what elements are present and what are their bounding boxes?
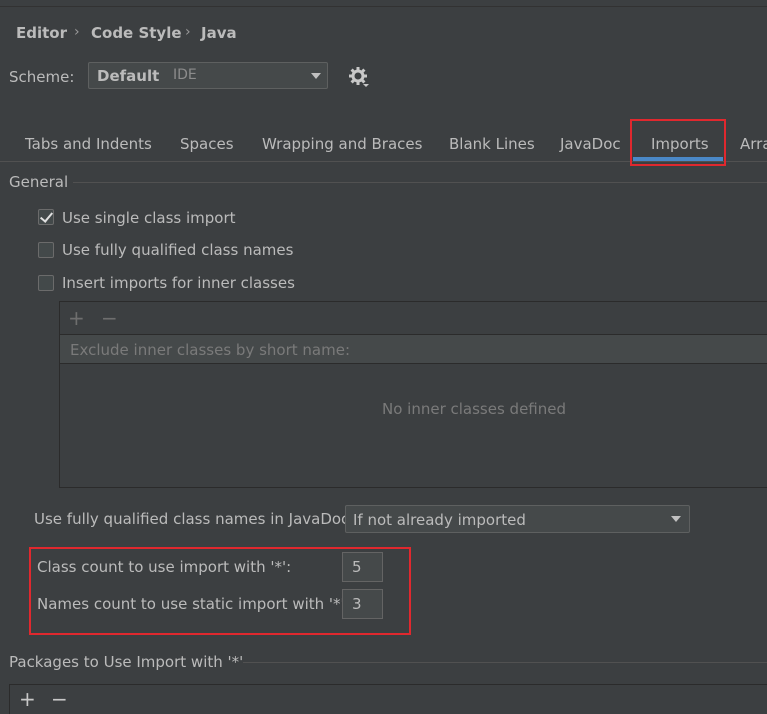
packages-section-title: Packages to Use Import with '*' [9, 653, 244, 671]
remove-icon[interactable]: − [101, 308, 118, 328]
chevron-right-icon: › [185, 24, 191, 40]
javadoc-value: If not already imported [353, 511, 526, 529]
packages-panel [9, 684, 767, 714]
inner-classes-empty-text: No inner classes defined [382, 400, 567, 418]
check-icon [39, 209, 54, 223]
fully-qualified-names-label: Use fully qualified class names [62, 241, 294, 259]
single-class-import-label: Use single class import [62, 209, 236, 227]
highlight-box-counts [29, 547, 411, 635]
section-divider [243, 662, 767, 663]
tab-tabs-and-indents[interactable]: Tabs and Indents [25, 135, 152, 153]
tab-arrangement[interactable]: Arra [740, 135, 767, 153]
checkbox-inner-class-imports[interactable] [38, 275, 54, 291]
remove-icon[interactable]: − [51, 689, 68, 709]
gear-icon[interactable] [348, 66, 370, 88]
section-divider [73, 182, 767, 183]
checkbox-fully-qualified-names[interactable] [38, 242, 54, 258]
scheme-label: Scheme: [9, 68, 75, 86]
chevron-down-icon [671, 516, 681, 522]
chevron-right-icon: › [74, 24, 80, 40]
general-section-title: General [9, 173, 69, 191]
breadcrumb-item-editor[interactable]: Editor [16, 24, 67, 42]
tab-javadoc[interactable]: JavaDoc [560, 135, 621, 153]
highlight-box-imports-tab [630, 119, 726, 166]
inner-classes-header-text: Exclude inner classes by short name: [70, 341, 350, 359]
scheme-name: Default [97, 67, 160, 85]
chevron-down-icon [311, 73, 321, 79]
scheme-suffix: IDE [173, 67, 197, 83]
tab-spaces[interactable]: Spaces [180, 135, 234, 153]
javadoc-label: Use fully qualified class names in JavaD… [34, 510, 355, 528]
breadcrumb-item-java: Java [201, 24, 237, 42]
tab-blank-lines[interactable]: Blank Lines [449, 135, 535, 153]
javadoc-dropdown[interactable]: If not already imported [345, 505, 690, 533]
inner-class-imports-label: Insert imports for inner classes [62, 274, 295, 292]
tab-wrapping-and-braces[interactable]: Wrapping and Braces [262, 135, 422, 153]
add-icon[interactable]: + [19, 689, 36, 709]
add-icon[interactable]: + [68, 308, 85, 328]
scheme-dropdown[interactable]: Default IDE [88, 62, 328, 89]
inner-classes-header: Exclude inner classes by short name: [60, 334, 767, 364]
top-divider [0, 6, 767, 7]
breadcrumb-item-code-style[interactable]: Code Style [91, 24, 182, 42]
inner-classes-panel [59, 301, 767, 488]
checkbox-single-class-import[interactable] [38, 209, 54, 225]
